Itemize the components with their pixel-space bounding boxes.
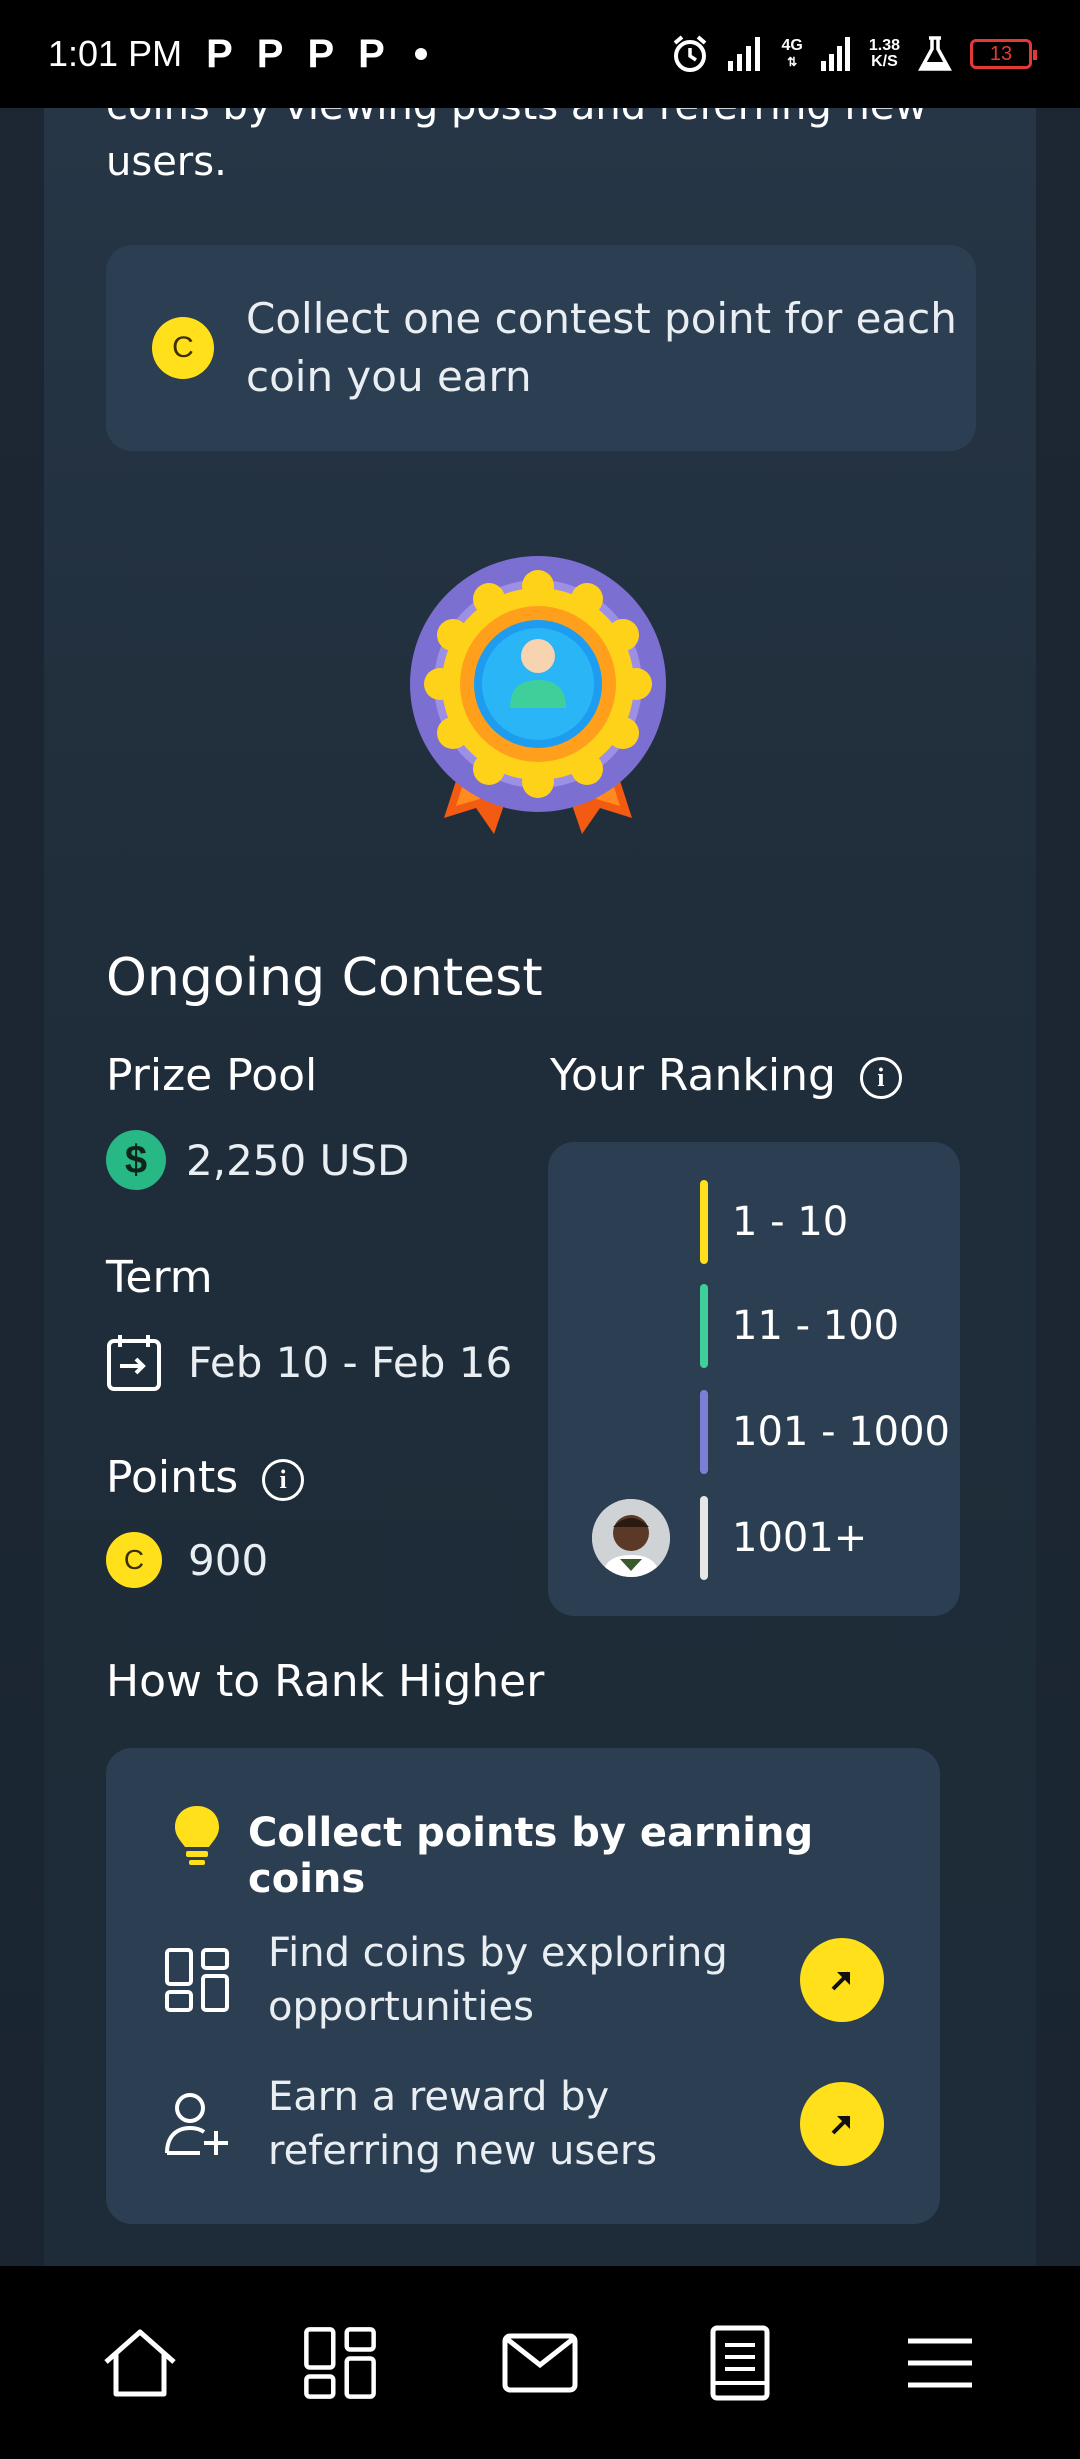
how-to-item-explore[interactable]: Find coins by exploring opportunities [164, 1926, 884, 2034]
nav-menu[interactable] [900, 2323, 980, 2403]
dollar-icon: $ [106, 1130, 166, 1190]
how-to-rank-card: Collect points by earning coins Find coi… [106, 1748, 940, 2224]
bottom-navigation [0, 2266, 1080, 2459]
ongoing-contest-title: Ongoing Contest [106, 948, 543, 1008]
rank-tier-label: 1001+ [732, 1515, 868, 1561]
how-to-item-text: Find coins by exploring opportunities [268, 1930, 728, 2030]
points-value: 900 [188, 1535, 269, 1585]
points-label: Points [106, 1452, 239, 1503]
nav-documents[interactable] [700, 2323, 780, 2403]
term-value: Feb 10 - Feb 16 [188, 1337, 513, 1387]
dashboard-icon [304, 2326, 376, 2399]
notification-icon: P [358, 31, 385, 76]
nav-dashboard[interactable] [300, 2323, 380, 2403]
contest-point-info: C Collect one contest point for each coi… [106, 245, 976, 451]
arrow-up-right-icon [831, 2115, 851, 2135]
add-user-icon [165, 2093, 228, 2155]
battery-indicator: 13 [970, 39, 1037, 69]
lightbulb-icon [175, 1806, 219, 1865]
rank-tier-label: 1 - 10 [732, 1199, 849, 1245]
rank-tier-label: 101 - 1000 [732, 1409, 951, 1455]
medal-icon [410, 556, 666, 834]
explore-arrow-button[interactable] [800, 1938, 884, 2022]
refer-arrow-button[interactable] [800, 2082, 884, 2166]
home-icon [104, 2329, 176, 2396]
contest-point-text: Collect one contest point for each coin … [246, 294, 957, 401]
rank-tier: 1001+ [700, 1496, 867, 1580]
flask-icon [918, 36, 952, 71]
network-speed: 1.38 K/S [868, 37, 900, 70]
signal-icon-2 [820, 37, 850, 71]
rank-tier-bar [700, 1284, 708, 1368]
status-time: 1:01 PM [48, 33, 183, 74]
contest-card: coins by viewing posts and referring new… [44, 108, 1036, 2266]
rank-tier-bar [700, 1390, 708, 1474]
coin-icon: C [106, 1532, 162, 1588]
ranking-box: 1 - 10 11 - 100 101 - 1000 1001+ [548, 1142, 960, 1616]
alarm-icon [673, 35, 706, 72]
grid-icon [165, 1948, 229, 2012]
calendar-icon [107, 1335, 161, 1391]
prize-pool-row: $ 2,250 USD [106, 1130, 409, 1190]
ranking-label: Your Ranking [550, 1050, 836, 1101]
term-row: Feb 10 - Feb 16 [106, 1332, 512, 1392]
signal-icon [727, 37, 760, 71]
prize-pool-label: Prize Pool [106, 1050, 318, 1101]
avatar [592, 1499, 670, 1577]
rank-tier: 101 - 1000 [700, 1390, 950, 1474]
how-to-card-title: Collect points by earning coins [248, 1810, 814, 1902]
intro-text: coins by viewing posts and referring new… [106, 108, 927, 185]
more-notifications-dot [414, 48, 427, 60]
how-to-rank-title: How to Rank Higher [106, 1656, 545, 1707]
arrow-up-right-icon [831, 1971, 851, 1991]
user-photo-icon [592, 1499, 670, 1577]
app-screen: 1:01 PM P P P P 4G ⇅ 1.38 K/S 13 users. … [0, 0, 1080, 2459]
rank-tier-bar [700, 1180, 708, 1264]
rank-tier-bar [700, 1496, 708, 1580]
how-to-item-text: Earn a reward by referring new users [268, 2074, 658, 2174]
notification-icon: P [206, 31, 233, 76]
menu-icon [908, 2338, 972, 2387]
coin-icon: C [152, 317, 214, 379]
mail-icon [502, 2333, 578, 2392]
status-bar: 1:01 PM P P P P 4G ⇅ 1.38 K/S 13 [0, 0, 1080, 108]
network-type: 4G ⇅ [781, 37, 803, 70]
rank-tier-label: 11 - 100 [732, 1303, 900, 1349]
points-label-row: Points i [106, 1452, 305, 1503]
notification-icon: P [256, 31, 284, 76]
ranking-label-row: Your Ranking i [550, 1050, 902, 1101]
term-label: Term [106, 1252, 213, 1303]
nav-home[interactable] [100, 2323, 180, 2403]
prize-pool-value: 2,250 USD [186, 1135, 410, 1185]
nav-mail[interactable] [500, 2323, 580, 2403]
rank-tier: 11 - 100 [700, 1284, 899, 1368]
rank-tier: 1 - 10 [700, 1180, 848, 1264]
points-row: C 900 [106, 1532, 268, 1588]
status-right: 4G ⇅ 1.38 K/S 13 [670, 34, 1037, 74]
notification-icon: P [307, 31, 335, 76]
points-info-icon[interactable]: i [262, 1459, 305, 1501]
document-icon [710, 2325, 770, 2400]
ranking-info-icon[interactable]: i [859, 1057, 902, 1099]
how-to-item-refer[interactable]: Earn a reward by referring new users [164, 2070, 884, 2178]
